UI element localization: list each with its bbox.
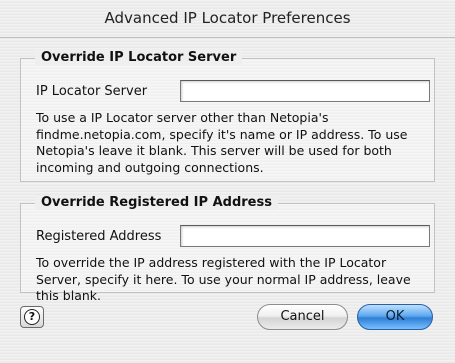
help-icon: ? xyxy=(24,309,40,325)
cancel-button[interactable]: Cancel xyxy=(257,304,348,330)
override-address-legend: Override Registered IP Address xyxy=(35,195,278,210)
preferences-dialog: Advanced IP Locator Preferences Override… xyxy=(0,0,455,363)
ip-locator-server-label: IP Locator Server xyxy=(36,84,148,99)
title-divider xyxy=(0,37,455,38)
help-button[interactable]: ? xyxy=(20,306,44,328)
override-address-description: To override the IP address registered wi… xyxy=(36,255,411,303)
override-server-legend: Override IP Locator Server xyxy=(35,50,243,65)
override-address-group: Override Registered IP Address Registere… xyxy=(20,195,435,303)
registered-address-label: Registered Address xyxy=(36,229,162,244)
ok-button[interactable]: OK xyxy=(357,304,433,330)
registered-address-input[interactable] xyxy=(180,225,430,247)
override-server-group: Override IP Locator Server IP Locator Se… xyxy=(20,50,435,182)
override-server-description: To use a IP Locator server other than Ne… xyxy=(36,110,408,175)
dialog-title: Advanced IP Locator Preferences xyxy=(104,9,351,27)
ip-locator-server-input[interactable] xyxy=(180,80,430,102)
